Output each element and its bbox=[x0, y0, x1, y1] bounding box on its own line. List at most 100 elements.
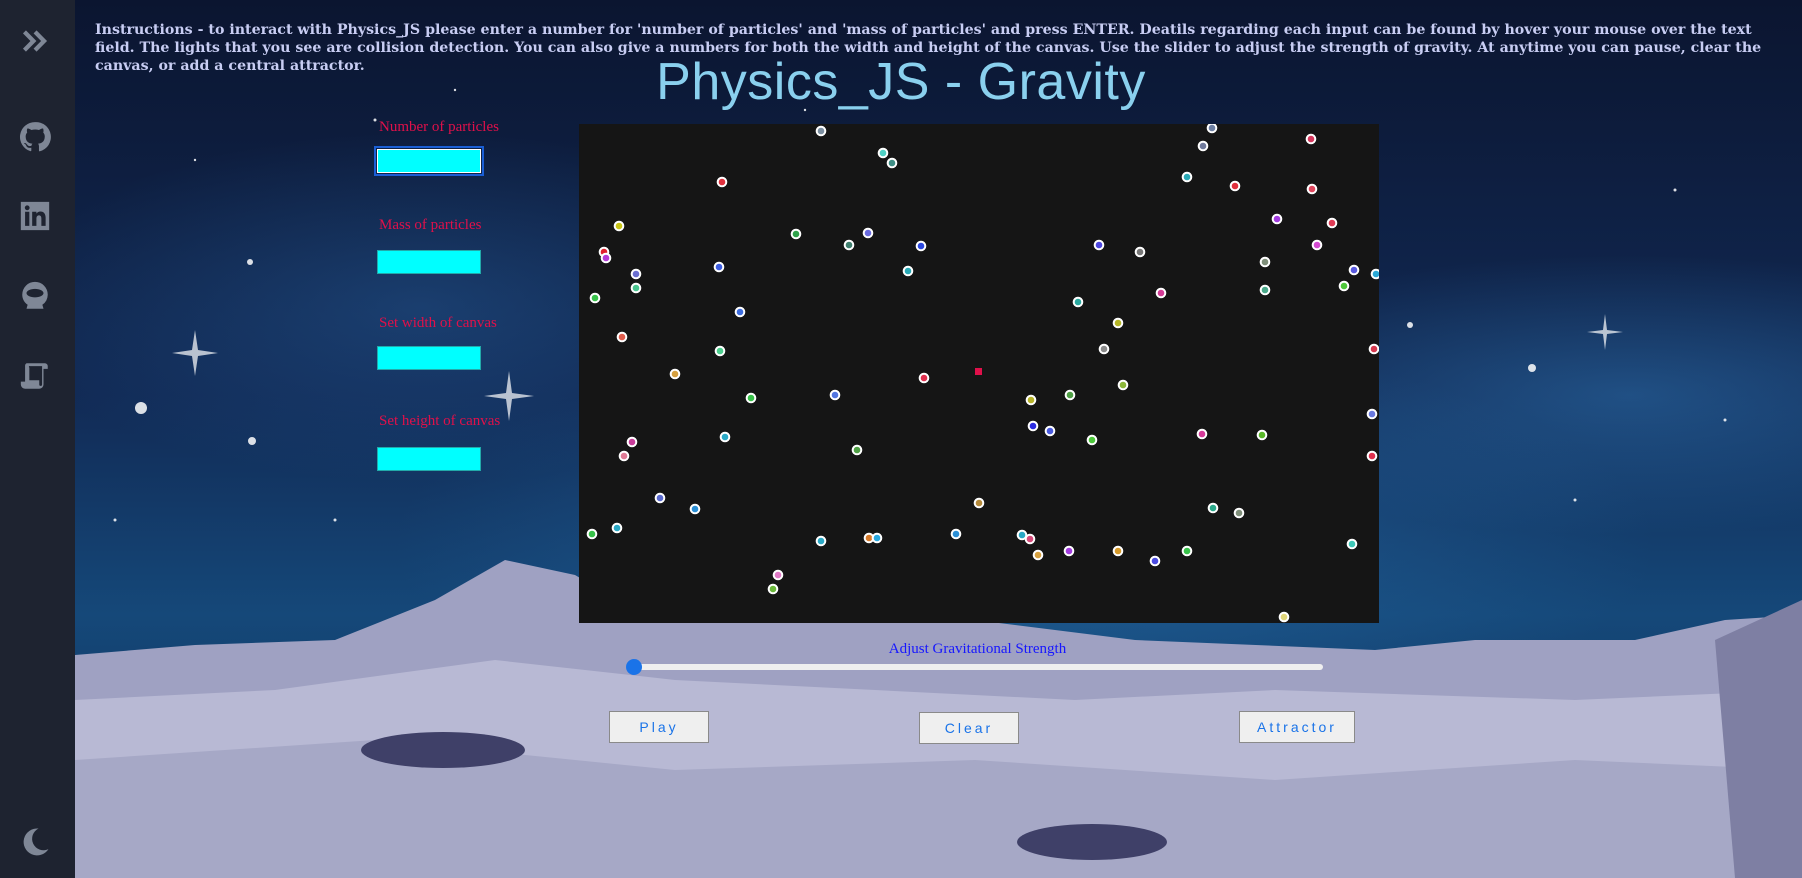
particle bbox=[1207, 502, 1219, 514]
particle bbox=[1197, 140, 1209, 152]
particle bbox=[613, 220, 625, 232]
particle bbox=[862, 227, 874, 239]
particle bbox=[1093, 239, 1105, 251]
particle bbox=[654, 492, 666, 504]
particle bbox=[630, 268, 642, 280]
particle bbox=[1366, 450, 1378, 462]
particle bbox=[1366, 408, 1378, 420]
canvas-height-input[interactable] bbox=[377, 447, 481, 471]
particle bbox=[589, 292, 601, 304]
gravity-slider-thumb[interactable] bbox=[626, 659, 642, 675]
particles-count-label: Number of particles bbox=[379, 119, 499, 135]
particle bbox=[618, 450, 630, 462]
particle bbox=[1259, 256, 1271, 268]
center-marker bbox=[975, 368, 982, 375]
particle bbox=[611, 522, 623, 534]
particle bbox=[1098, 343, 1110, 355]
page-title: Physics_JS - Gravity bbox=[656, 53, 1146, 111]
particle bbox=[973, 497, 985, 509]
attractor-button[interactable]: Attractor bbox=[1239, 711, 1355, 743]
particle bbox=[1306, 183, 1318, 195]
particle bbox=[1149, 555, 1161, 567]
particle bbox=[626, 436, 638, 448]
particle bbox=[767, 583, 779, 595]
particle bbox=[915, 240, 927, 252]
particle bbox=[1181, 171, 1193, 183]
particle bbox=[1278, 611, 1290, 623]
play-button[interactable]: Play bbox=[609, 711, 709, 743]
particle bbox=[1346, 538, 1358, 550]
particle bbox=[829, 389, 841, 401]
particle bbox=[1155, 287, 1167, 299]
moon-icon[interactable] bbox=[16, 823, 54, 861]
particle bbox=[1338, 280, 1350, 292]
canvas-width-label: Set width of canvas bbox=[379, 315, 497, 331]
particles-count-input[interactable] bbox=[374, 146, 484, 176]
particle bbox=[1305, 133, 1317, 145]
particle bbox=[714, 345, 726, 357]
particle bbox=[1259, 284, 1271, 296]
simulation-canvas[interactable] bbox=[579, 124, 1379, 623]
scroll-icon[interactable] bbox=[16, 357, 54, 395]
particle bbox=[950, 528, 962, 540]
clear-button[interactable]: Clear bbox=[919, 712, 1019, 744]
canvas-height-label: Set height of canvas bbox=[379, 413, 501, 429]
particle bbox=[1117, 379, 1129, 391]
github-icon[interactable] bbox=[16, 118, 54, 156]
particle bbox=[586, 528, 598, 540]
particle bbox=[1064, 389, 1076, 401]
particle bbox=[1256, 429, 1268, 441]
chevrons-right-icon[interactable] bbox=[16, 22, 54, 60]
particle bbox=[790, 228, 802, 240]
particle bbox=[630, 282, 642, 294]
particle bbox=[815, 535, 827, 547]
particle bbox=[616, 331, 628, 343]
particle bbox=[1181, 545, 1193, 557]
particle bbox=[772, 569, 784, 581]
particle bbox=[877, 147, 889, 159]
linkedin-icon[interactable] bbox=[16, 197, 54, 235]
particle bbox=[1027, 420, 1039, 432]
particle bbox=[1025, 394, 1037, 406]
particle bbox=[902, 265, 914, 277]
particle bbox=[1032, 549, 1044, 561]
particle bbox=[745, 392, 757, 404]
particle bbox=[1112, 317, 1124, 329]
particle bbox=[600, 252, 612, 264]
particle bbox=[734, 306, 746, 318]
particle bbox=[815, 125, 827, 137]
particle bbox=[1233, 507, 1245, 519]
particle bbox=[1134, 246, 1146, 258]
particles-mass-input[interactable] bbox=[377, 250, 481, 274]
gravity-slider-track[interactable] bbox=[626, 664, 1323, 670]
particle bbox=[716, 176, 728, 188]
gravity-slider-label: Adjust Gravitational Strength bbox=[888, 641, 1067, 657]
particle bbox=[1063, 545, 1075, 557]
particle bbox=[871, 532, 883, 544]
particle bbox=[1086, 434, 1098, 446]
particle bbox=[918, 372, 930, 384]
particle bbox=[886, 157, 898, 169]
particle bbox=[843, 239, 855, 251]
particle bbox=[713, 261, 725, 273]
particle bbox=[1112, 545, 1124, 557]
space-helmet-icon[interactable] bbox=[16, 277, 54, 315]
particle bbox=[669, 368, 681, 380]
particle bbox=[1229, 180, 1241, 192]
particle bbox=[689, 503, 701, 515]
particle bbox=[1196, 428, 1208, 440]
particle bbox=[1206, 124, 1218, 134]
sidebar bbox=[0, 0, 75, 878]
particle bbox=[1311, 239, 1323, 251]
particle bbox=[1370, 268, 1379, 280]
particle bbox=[851, 444, 863, 456]
particle bbox=[1368, 343, 1379, 355]
particle bbox=[1326, 217, 1338, 229]
particle bbox=[1044, 425, 1056, 437]
particle bbox=[1348, 264, 1360, 276]
canvas-width-input[interactable] bbox=[377, 346, 481, 370]
particle bbox=[1072, 296, 1084, 308]
particle bbox=[719, 431, 731, 443]
particle bbox=[1271, 213, 1283, 225]
particles-mass-label: Mass of particles bbox=[379, 217, 482, 233]
